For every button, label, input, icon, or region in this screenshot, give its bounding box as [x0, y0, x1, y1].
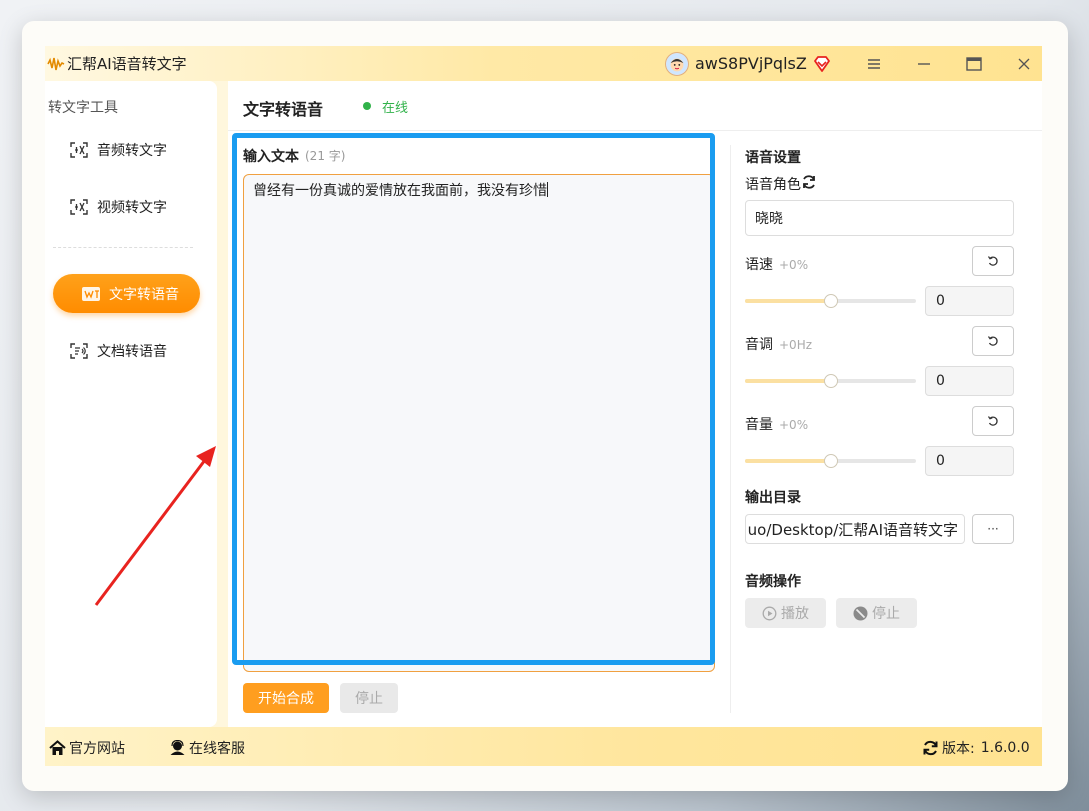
home-icon	[48, 739, 66, 757]
pitch-input[interactable]: 0	[925, 366, 1014, 396]
speed-label-group: 语速 +0%	[745, 254, 808, 274]
menu-icon[interactable]	[849, 46, 899, 81]
online-service-link[interactable]: 在线客服	[168, 738, 245, 758]
footer: 官方网站 在线客服 版本: 1.6.0.0	[45, 727, 1042, 766]
main-header: 文字转语音 在线	[228, 81, 1042, 131]
official-site-link[interactable]: 官方网站	[48, 738, 125, 758]
reset-pitch-button[interactable]	[972, 326, 1014, 356]
text-input-value: 曾经有一份真诚的爱情放在我面前，我没有珍惜	[253, 183, 547, 199]
sidebar-item-label: 音频转文字	[97, 143, 167, 159]
pitch-hint: +0Hz	[779, 338, 813, 352]
title-bar: 汇帮AI语音转文字 awS8PVjPqlsZ	[45, 46, 1042, 81]
minimize-icon[interactable]	[899, 46, 949, 81]
close-icon[interactable]	[999, 46, 1042, 81]
text-cursor	[547, 182, 548, 197]
status-badge: 在线	[382, 101, 409, 116]
text-input-area[interactable]: 曾经有一份真诚的爱情放在我面前，我没有珍惜	[243, 174, 715, 672]
browse-button[interactable]: ···	[972, 514, 1014, 544]
speed-label: 语速	[745, 257, 773, 273]
speed-slider-fill	[745, 299, 831, 303]
pitch-label-group: 音调 +0Hz	[745, 334, 812, 354]
audio-wave-logo-icon	[47, 55, 65, 73]
pitch-slider-thumb[interactable]	[823, 374, 838, 388]
update-refresh-icon	[921, 739, 939, 757]
reset-icon	[987, 256, 998, 266]
voice-role-select[interactable]: 晓晓	[745, 200, 1014, 236]
version-value: 1.6.0.0	[980, 740, 1030, 756]
maximize-icon[interactable]	[949, 46, 999, 81]
refresh-voices-icon[interactable]	[801, 174, 817, 190]
sidebar: 转文字工具 音频转文字 视频转文字 文字转语音 文档转语音	[45, 81, 217, 727]
video-to-text-icon	[69, 197, 89, 217]
reset-volume-button[interactable]	[972, 406, 1014, 436]
online-service-label: 在线客服	[189, 741, 245, 757]
reset-icon	[987, 416, 998, 426]
play-button[interactable]: 播放	[745, 598, 826, 628]
voice-settings-title: 语音设置	[745, 150, 801, 166]
text-to-speech-icon	[81, 284, 101, 304]
audio-to-text-icon	[69, 140, 89, 160]
main-panel: 文字转语音 在线 输入文本 (21 字) 曾经有一份真诚的爱情放在我面前，我没有…	[228, 81, 1042, 727]
reset-speed-button[interactable]	[972, 246, 1014, 276]
headset-icon	[168, 739, 186, 757]
volume-slider[interactable]	[745, 454, 916, 468]
speed-slider[interactable]	[745, 294, 916, 308]
user-account[interactable]: awS8PVjPqlsZ	[665, 49, 831, 78]
app-title: 汇帮AI语音转文字	[67, 55, 187, 73]
app-window: 汇帮AI语音转文字 awS8PVjPqlsZ 转文字工具 音频转文字 视频转文字…	[45, 46, 1042, 766]
audio-operations-title: 音频操作	[745, 574, 801, 590]
volume-slider-fill	[745, 459, 831, 463]
avatar[interactable]	[665, 51, 689, 76]
version-info[interactable]: 版本: 1.6.0.0	[921, 738, 1030, 758]
stop-audio-label: 停止	[872, 606, 900, 622]
output-path-field[interactable]: uo/Desktop/汇帮AI语音转文字	[745, 514, 965, 544]
pitch-label: 音调	[745, 337, 773, 353]
sidebar-divider	[53, 247, 193, 248]
speed-input[interactable]: 0	[925, 286, 1014, 316]
output-directory-title: 输出目录	[745, 490, 801, 506]
reset-icon	[987, 336, 998, 346]
play-icon	[762, 606, 777, 621]
stop-button[interactable]: 停止	[340, 683, 398, 713]
version-label: 版本:	[942, 741, 975, 757]
volume-slider-thumb[interactable]	[823, 454, 838, 468]
stop-audio-button[interactable]: 停止	[836, 598, 917, 628]
volume-label: 音量	[745, 417, 773, 433]
voice-role-label: 语音角色	[745, 177, 801, 193]
panel-divider	[730, 145, 731, 713]
volume-input[interactable]: 0	[925, 446, 1014, 476]
sidebar-item-label: 文档转语音	[97, 344, 167, 360]
sidebar-item-document-to-speech[interactable]: 文档转语音	[45, 331, 217, 371]
sidebar-item-label: 文字转语音	[109, 286, 179, 303]
sidebar-item-video-to-text[interactable]: 视频转文字	[45, 187, 217, 227]
sidebar-heading: 转文字工具	[48, 100, 118, 116]
speed-slider-thumb[interactable]	[823, 294, 838, 308]
page-title: 文字转语音	[243, 100, 324, 119]
sidebar-item-label: 视频转文字	[97, 200, 167, 216]
input-text-label: 输入文本	[243, 149, 299, 165]
document-to-speech-icon	[69, 341, 89, 361]
stop-circle-icon	[853, 606, 868, 621]
start-synthesis-button[interactable]: 开始合成	[243, 683, 329, 713]
speed-hint: +0%	[779, 258, 809, 272]
sidebar-item-audio-to-text[interactable]: 音频转文字	[45, 130, 217, 170]
pitch-slider[interactable]	[745, 374, 916, 388]
char-count: (21 字)	[305, 149, 346, 163]
pitch-slider-fill	[745, 379, 831, 383]
vip-diamond-icon[interactable]	[813, 55, 831, 73]
volume-hint: +0%	[779, 418, 809, 432]
play-label: 播放	[781, 606, 809, 622]
status-dot-icon	[363, 102, 371, 110]
volume-label-group: 音量 +0%	[745, 414, 808, 434]
sidebar-item-text-to-speech[interactable]: 文字转语音	[53, 274, 200, 313]
official-site-label: 官方网站	[69, 741, 125, 757]
username: awS8PVjPqlsZ	[695, 54, 807, 73]
